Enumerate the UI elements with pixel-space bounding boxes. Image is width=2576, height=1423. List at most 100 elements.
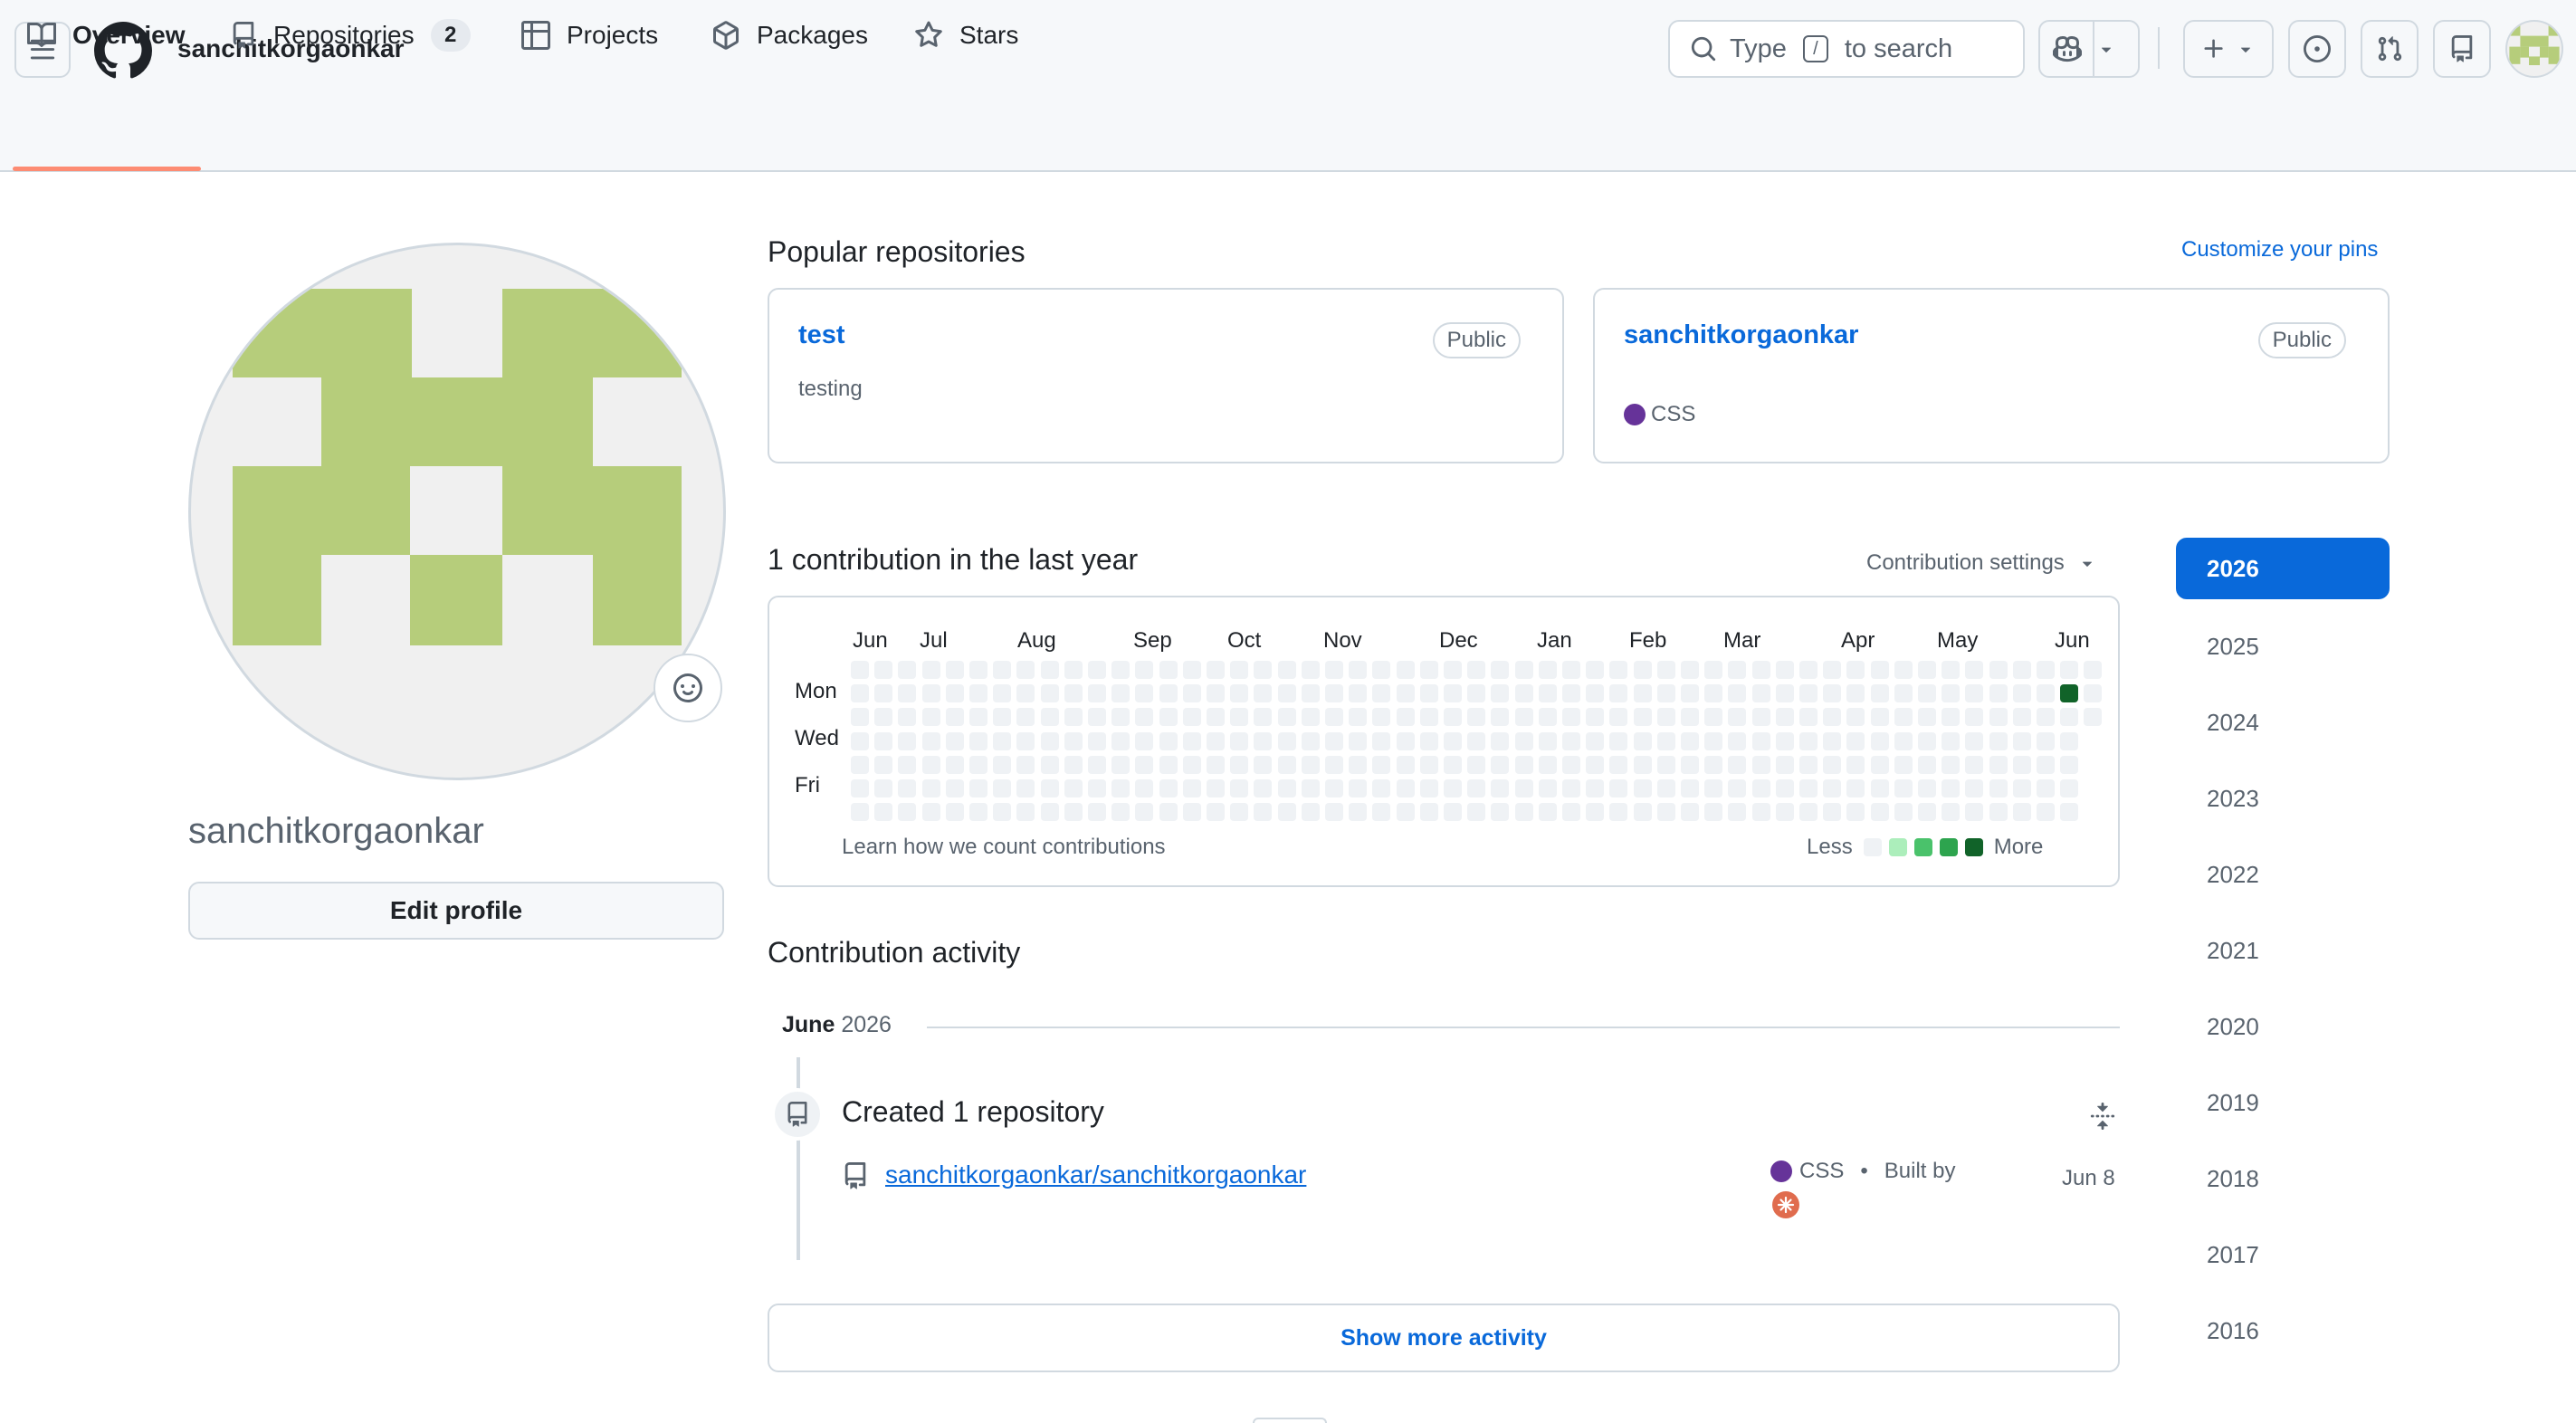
learn-contributions-link[interactable]: Learn how we count contributions [842, 835, 1166, 860]
contribution-day[interactable] [1989, 661, 2008, 679]
contribution-day[interactable] [1278, 756, 1296, 774]
contribution-day[interactable] [1799, 756, 1818, 774]
contribution-day[interactable] [1752, 684, 1770, 702]
contribution-day[interactable] [1016, 779, 1035, 797]
contribution-day[interactable] [1088, 779, 1106, 797]
contribution-day[interactable] [2013, 779, 2031, 797]
contribution-day[interactable] [1325, 779, 1343, 797]
contribution-day[interactable] [1420, 732, 1438, 750]
contribution-day[interactable] [1942, 756, 1960, 774]
contribution-day[interactable] [1609, 779, 1627, 797]
contribution-day[interactable] [851, 708, 869, 726]
contribution-day[interactable] [1467, 708, 1485, 726]
contribution-day[interactable] [969, 756, 987, 774]
contribution-day[interactable] [1539, 661, 1557, 679]
contribution-day[interactable] [874, 684, 892, 702]
contribution-day[interactable] [1372, 756, 1390, 774]
contribution-day[interactable] [1609, 708, 1627, 726]
pull-requests-button[interactable] [2361, 20, 2419, 78]
search-input[interactable]: Type / to search [1668, 20, 2025, 78]
year-link-2023[interactable]: 2023 [2176, 768, 2390, 829]
contribution-day[interactable] [969, 803, 987, 821]
contribution-day[interactable] [1467, 684, 1485, 702]
contribution-day[interactable] [1041, 708, 1059, 726]
issues-button[interactable] [2288, 20, 2346, 78]
contributor-avatar[interactable] [1772, 1191, 1799, 1218]
contribution-day[interactable] [1918, 708, 1936, 726]
contribution-day[interactable] [1989, 708, 2008, 726]
contribution-day[interactable] [922, 684, 940, 702]
year-link-2017[interactable]: 2017 [2176, 1224, 2390, 1285]
contribution-day[interactable] [874, 756, 892, 774]
contribution-day[interactable] [1444, 684, 1462, 702]
contribution-day[interactable] [1752, 803, 1770, 821]
contribution-day[interactable] [1254, 803, 1272, 821]
contribution-day[interactable] [1894, 779, 1913, 797]
contribution-day[interactable] [1918, 732, 1936, 750]
contribution-day[interactable] [1942, 684, 1960, 702]
contribution-day[interactable] [1634, 803, 1652, 821]
contribution-day[interactable] [1634, 756, 1652, 774]
contribution-day[interactable] [2060, 803, 2078, 821]
contribution-day[interactable] [1823, 708, 1841, 726]
contribution-day[interactable] [1965, 708, 1983, 726]
contribution-day[interactable] [1159, 661, 1178, 679]
contribution-day[interactable] [1420, 756, 1438, 774]
contribution-day[interactable] [2084, 708, 2102, 726]
contribution-day[interactable] [1752, 708, 1770, 726]
contribution-day[interactable] [1539, 803, 1557, 821]
contribution-day[interactable] [1183, 732, 1201, 750]
contribution-day[interactable] [1254, 779, 1272, 797]
contribution-day[interactable] [1111, 779, 1130, 797]
contribution-day[interactable] [946, 732, 964, 750]
contribution-day[interactable] [1444, 803, 1462, 821]
contribution-day[interactable] [922, 708, 940, 726]
contribution-day[interactable] [1491, 756, 1509, 774]
contribution-day[interactable] [1349, 661, 1367, 679]
contribution-day[interactable] [1752, 756, 1770, 774]
contribution-day[interactable] [1325, 708, 1343, 726]
contribution-day[interactable] [2013, 661, 2031, 679]
contribution-day[interactable] [1349, 756, 1367, 774]
contribution-day[interactable] [1728, 756, 1746, 774]
contribution-day[interactable] [1372, 779, 1390, 797]
contribution-day[interactable] [1681, 684, 1699, 702]
contribution-day[interactable] [1444, 779, 1462, 797]
contribution-day[interactable] [1894, 661, 1913, 679]
contribution-day[interactable] [1799, 708, 1818, 726]
contribution-day[interactable] [1372, 684, 1390, 702]
contribution-day[interactable] [1397, 732, 1415, 750]
contribution-day[interactable] [1562, 756, 1580, 774]
contribution-day[interactable] [1397, 684, 1415, 702]
contribution-day[interactable] [1420, 803, 1438, 821]
repositories-button[interactable] [2433, 20, 2491, 78]
contribution-day[interactable] [993, 661, 1011, 679]
contribution-day[interactable] [1325, 756, 1343, 774]
contribution-day[interactable] [1016, 732, 1035, 750]
year-link-2022[interactable]: 2022 [2176, 844, 2390, 905]
contribution-day[interactable] [1420, 708, 1438, 726]
contribution-day[interactable] [1372, 732, 1390, 750]
contribution-day[interactable] [1159, 708, 1178, 726]
contribution-day[interactable] [1562, 803, 1580, 821]
contribution-day[interactable] [1515, 661, 1533, 679]
contribution-day[interactable] [1965, 732, 1983, 750]
contribution-day[interactable] [1704, 661, 1722, 679]
contribution-day[interactable] [1871, 708, 1889, 726]
contribution-day[interactable] [1704, 732, 1722, 750]
contribution-day[interactable] [2060, 732, 2078, 750]
contribution-day[interactable] [1372, 803, 1390, 821]
contribution-day[interactable] [1586, 779, 1604, 797]
contribution-day[interactable] [1254, 684, 1272, 702]
contribution-day[interactable] [2013, 803, 2031, 821]
contribution-day[interactable] [1230, 661, 1248, 679]
contribution-day[interactable] [1254, 756, 1272, 774]
contribution-day[interactable] [1135, 708, 1153, 726]
contribution-day[interactable] [1302, 756, 1320, 774]
contribution-day[interactable] [1135, 803, 1153, 821]
contribution-day[interactable] [1823, 732, 1841, 750]
contribution-day[interactable] [1444, 756, 1462, 774]
contribution-day[interactable] [1064, 803, 1083, 821]
year-link-2016[interactable]: 2016 [2176, 1300, 2390, 1361]
contribution-day[interactable] [922, 732, 940, 750]
